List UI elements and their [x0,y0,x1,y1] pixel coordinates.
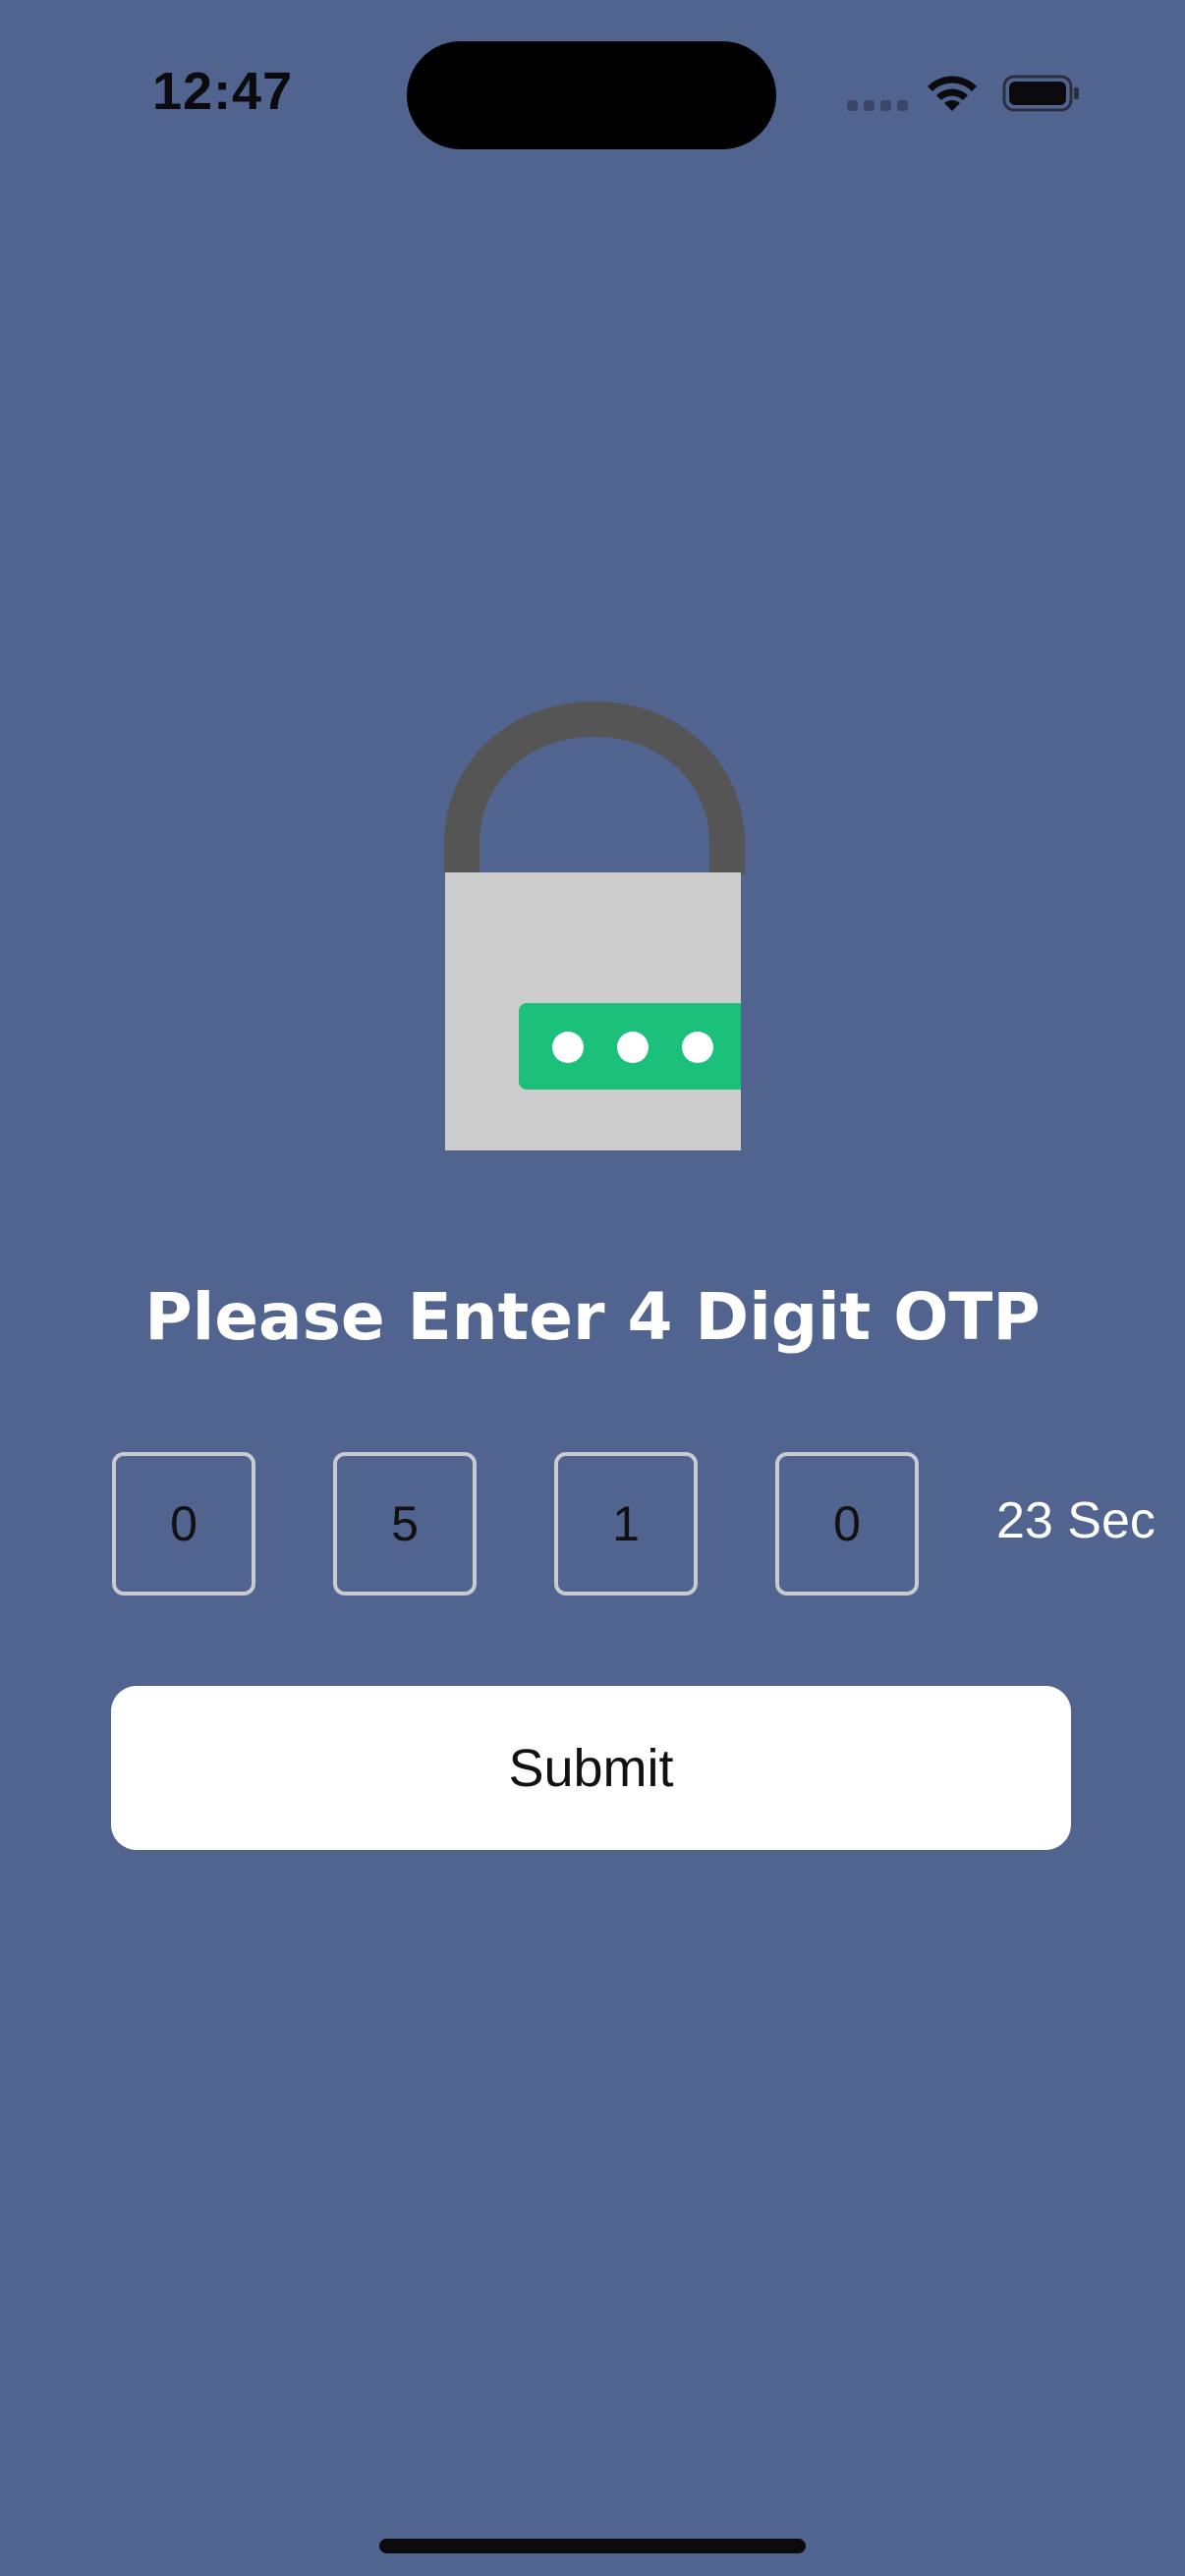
otp-heading: Please Enter 4 Digit OTP [144,1279,1041,1355]
padlock-password-icon [442,700,747,1153]
submit-button[interactable]: Submit [111,1686,1071,1850]
cellular-signal-icon [847,100,910,114]
countdown-timer: 23 Sec [996,1492,1156,1549]
otp-digit-3[interactable]: 1 [554,1452,698,1596]
battery-icon [1002,75,1081,112]
status-time: 12:47 [152,62,294,121]
otp-digit-1[interactable]: 0 [112,1452,255,1596]
home-indicator[interactable] [379,2539,806,2553]
dynamic-island [407,41,776,149]
wifi-icon [924,71,981,114]
otp-digit-4[interactable]: 0 [775,1452,919,1596]
otp-digit-2[interactable]: 5 [333,1452,477,1596]
